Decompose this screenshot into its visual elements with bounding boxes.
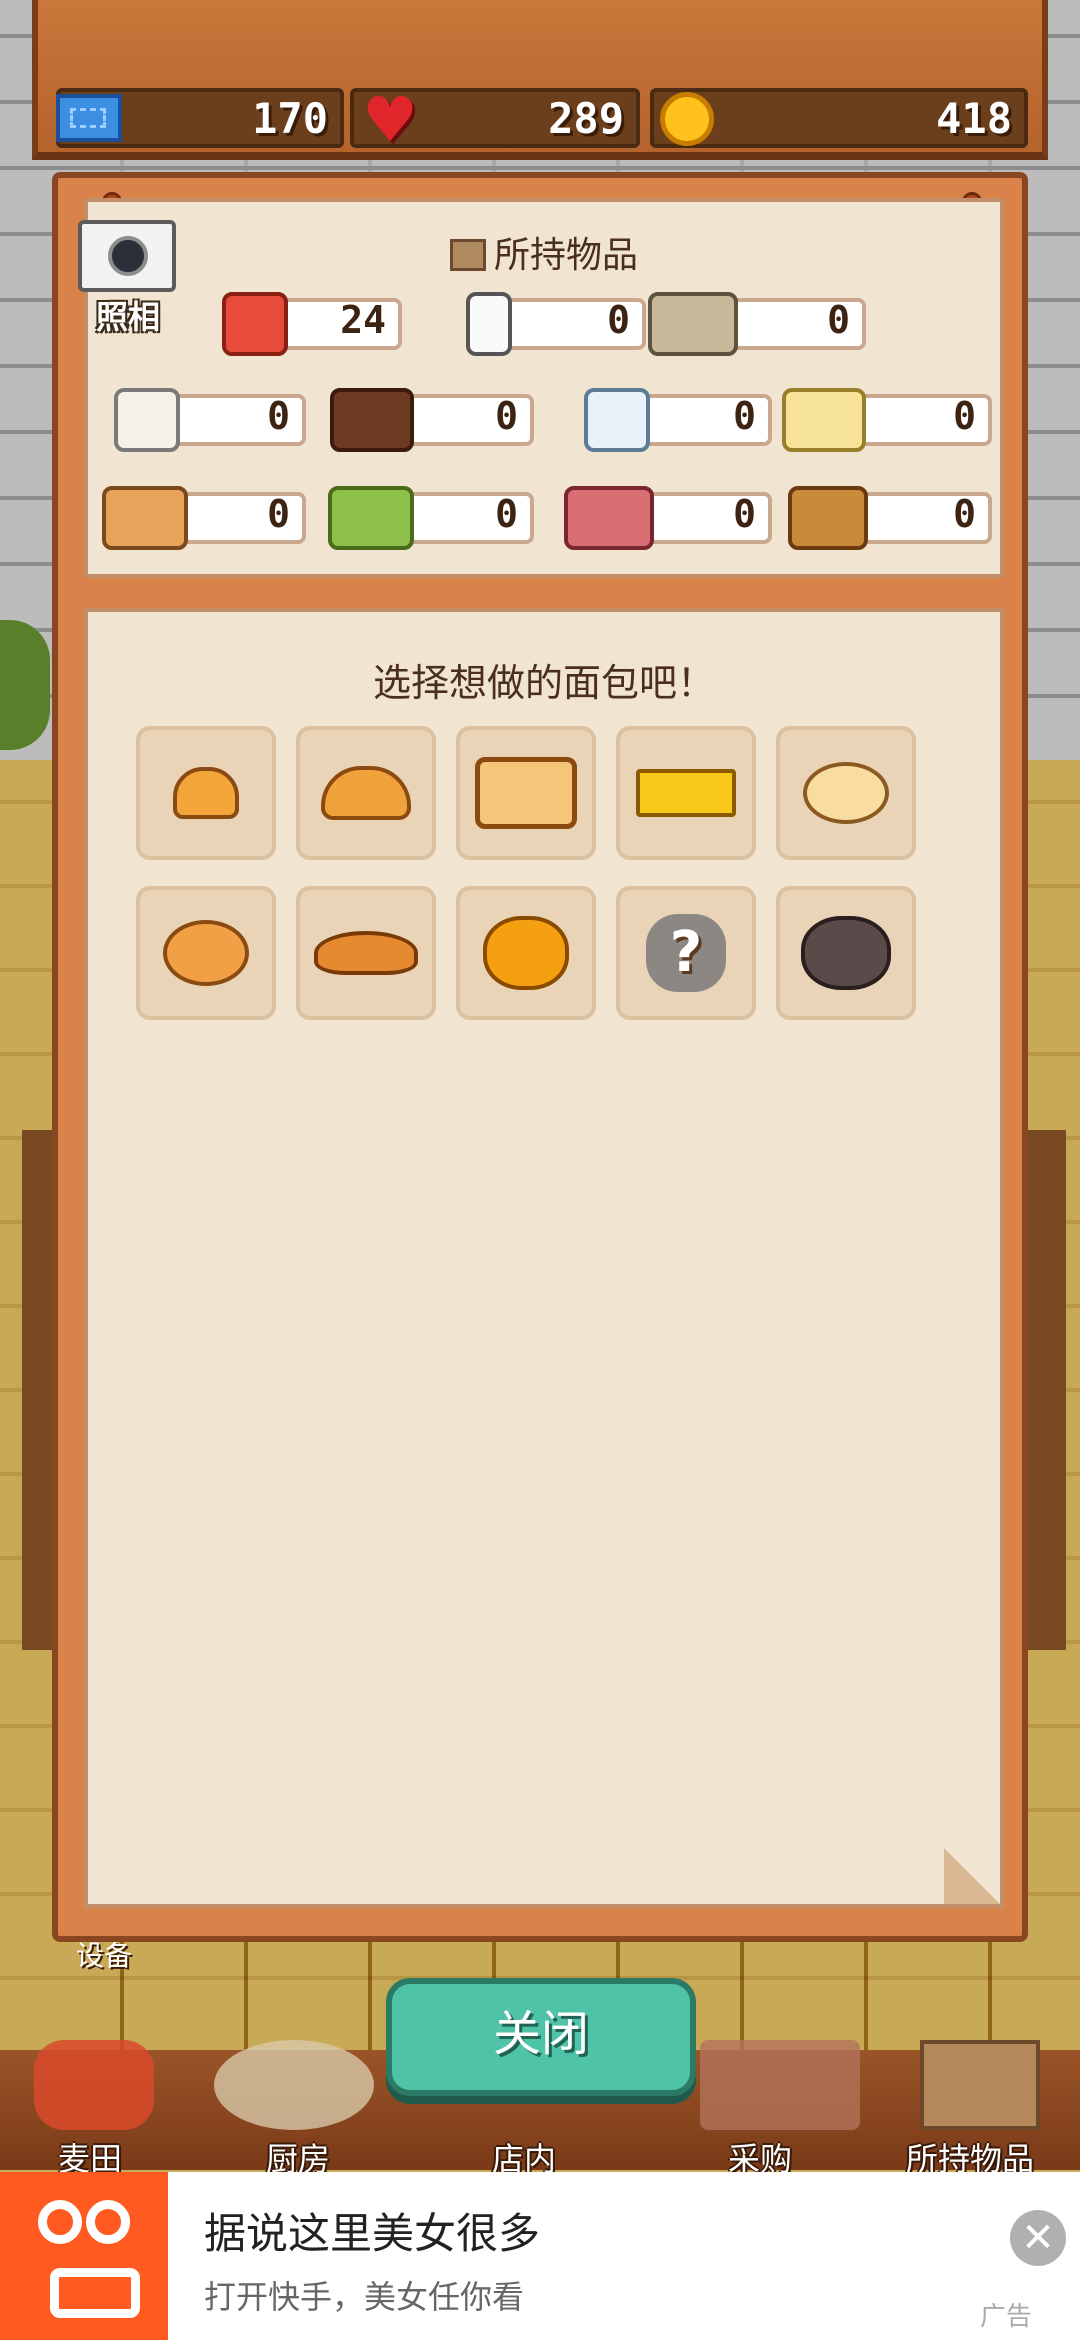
- bread-option-witch[interactable]: [776, 886, 916, 1020]
- heart-icon: ♥: [362, 83, 418, 156]
- cream-icon: [584, 388, 650, 452]
- pumpkin-bread-icon: [483, 916, 569, 990]
- camera-label: 照相: [95, 298, 160, 336]
- ad-tag: 广告: [980, 2302, 1033, 2332]
- inventory-title: 所持物品: [88, 226, 1000, 278]
- bread-option-butter-bread[interactable]: [616, 726, 756, 860]
- background-counter-left: [22, 1130, 52, 1650]
- box-icon: [449, 239, 486, 271]
- inventory-item[interactable]: 0: [782, 388, 992, 452]
- page-corner: [944, 1848, 1000, 1904]
- milk-icon: [466, 292, 512, 356]
- heart-count: 289: [548, 94, 624, 143]
- inventory-box-icon[interactable]: [920, 2040, 1040, 2130]
- small-roll-icon: [173, 767, 239, 819]
- inventory-item[interactable]: 0: [330, 388, 534, 452]
- bread-option-pumpkin[interactable]: [456, 886, 596, 1020]
- inventory-item[interactable]: 24: [222, 292, 402, 356]
- vegetable-basket-icon: [328, 486, 414, 550]
- inventory-item[interactable]: 0: [102, 486, 306, 550]
- coin-icon: [660, 92, 714, 146]
- donut-icon: [163, 920, 249, 986]
- inventory-box: 照相 所持物品 24 0 0 0 0 0 0 0 0 0 0: [78, 198, 1004, 578]
- bun-icon: [321, 766, 411, 820]
- inventory-item[interactable]: 0: [788, 486, 992, 550]
- locked-bread-icon: ?: [646, 914, 726, 992]
- inventory-item[interactable]: 0: [114, 388, 306, 452]
- bread-panel: 照相 所持物品 24 0 0 0 0 0 0 0 0 0 0 选择想做的面包吧！…: [52, 172, 1028, 1942]
- ticket-icon: [56, 94, 122, 142]
- fruit-basket-icon: [102, 486, 188, 550]
- bread-option-donut[interactable]: [136, 886, 276, 1020]
- bread-option-small-roll[interactable]: [136, 726, 276, 860]
- spice-bottles-icon: [788, 486, 868, 550]
- flour-icon: [222, 292, 288, 356]
- close-icon[interactable]: ✕: [1010, 2210, 1066, 2266]
- item-count: 0: [827, 298, 850, 342]
- inventory-item[interactable]: 0: [564, 486, 772, 550]
- egg-sack-icon: [648, 292, 738, 356]
- sugar-icon: [114, 388, 180, 452]
- bread-option-locked[interactable]: ?: [616, 886, 756, 1020]
- item-count: 0: [495, 492, 518, 536]
- wheat-field-icon[interactable]: [34, 2040, 154, 2130]
- ticket-count: 170: [252, 94, 328, 143]
- bread-option-loaf[interactable]: [456, 726, 596, 860]
- meat-icon: [564, 486, 654, 550]
- bread-option-croissant[interactable]: [296, 886, 436, 1020]
- item-count: 0: [267, 394, 290, 438]
- inventory-item[interactable]: 0: [648, 292, 866, 356]
- bread-selection-box: 选择想做的面包吧！ ?: [84, 608, 1004, 1908]
- close-button[interactable]: 关闭: [386, 1978, 696, 2096]
- item-count: 0: [495, 394, 518, 438]
- inventory-item[interactable]: 0: [584, 388, 772, 452]
- witch-bread-icon: [801, 916, 891, 990]
- croissant-icon: [314, 931, 418, 975]
- ad-subtitle: 打开快手，美女任你看: [204, 2278, 525, 2316]
- item-count: 0: [953, 492, 976, 536]
- item-count: 0: [733, 492, 756, 536]
- loaf-icon: [475, 757, 577, 829]
- inventory-item[interactable]: 0: [328, 486, 534, 550]
- item-count: 0: [953, 394, 976, 438]
- item-count: 0: [607, 298, 630, 342]
- ad-title: 据说这里美女很多: [204, 2209, 541, 2258]
- chocolate-icon: [330, 388, 414, 452]
- item-count: 0: [267, 492, 290, 536]
- background-bush: [0, 620, 50, 750]
- item-count: 0: [733, 394, 756, 438]
- ad-banner[interactable]: 据说这里美女很多 打开快手，美女任你看 ✕: [0, 2172, 1080, 2340]
- kitchen-icon[interactable]: [214, 2040, 374, 2130]
- coin-count: 418: [936, 94, 1012, 143]
- bagel-icon: [803, 762, 889, 824]
- bread-option-bun[interactable]: [296, 726, 436, 860]
- bread-selection-title: 选择想做的面包吧！: [372, 661, 715, 705]
- item-count: 24: [340, 298, 386, 342]
- background-counter-right: [1026, 1130, 1066, 1650]
- shopping-icon[interactable]: [700, 2040, 860, 2130]
- butter-bread-icon: [636, 769, 736, 817]
- kuaishou-logo-icon: [0, 2172, 168, 2340]
- inventory-item[interactable]: 0: [466, 292, 646, 356]
- butter-cheese-icon: [782, 388, 866, 452]
- bread-option-bagel[interactable]: [776, 726, 916, 860]
- inventory-title-text: 所持物品: [493, 235, 638, 276]
